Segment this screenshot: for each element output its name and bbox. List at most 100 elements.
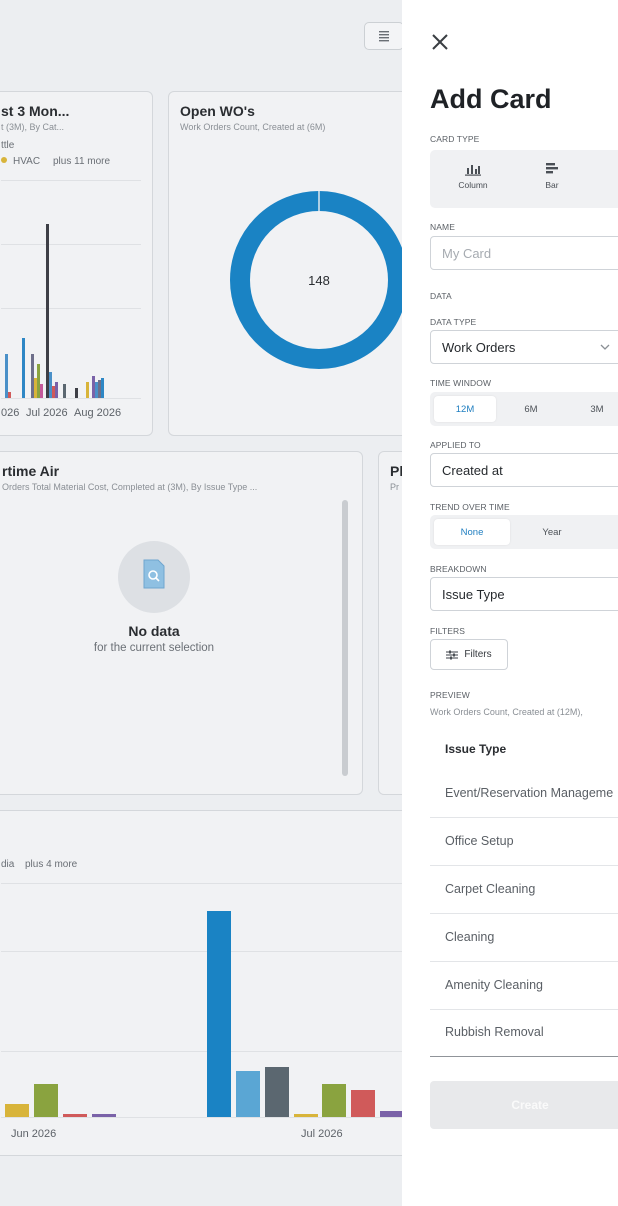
dashboard-card-open-wos[interactable]: Open WO's Work Orders Count, Created at …	[168, 91, 402, 436]
preview-row-label: Rubbish Removal	[445, 1025, 544, 1039]
applied-to-select[interactable]: Created at	[430, 453, 618, 487]
list-icon	[379, 31, 389, 42]
chart-bar	[63, 384, 66, 398]
preview-column-header: Issue Type	[445, 742, 507, 756]
preview-row-label: Carpet Cleaning	[445, 882, 536, 896]
breakdown-select[interactable]: Issue Type	[430, 577, 618, 611]
preview-table-bottom-border	[430, 1056, 618, 1057]
chart-bar	[322, 1084, 346, 1117]
card-type-bar[interactable]: Bar	[527, 162, 577, 190]
dashboard-card-bottom-chart[interactable]: dia plus 4 more Jun 2026 Jul 2026	[0, 810, 402, 1156]
filters-label: FILTERS	[430, 626, 466, 636]
card-type-selector: Column Bar	[430, 150, 618, 208]
applied-to-value: Created at	[442, 463, 503, 478]
x-tick-label: Jul 2026	[26, 407, 68, 419]
time-window-option-3m[interactable]: 3M	[566, 396, 618, 422]
create-button[interactable]: Create	[430, 1081, 618, 1129]
empty-state-subtitle: for the current selection	[93, 642, 215, 654]
card-subtitle: Pr	[390, 482, 399, 492]
applied-to-label: APPLIED TO	[430, 440, 481, 450]
trend-option-none[interactable]: None	[434, 519, 510, 545]
preview-row: Carpet Cleaning	[430, 866, 618, 914]
chart-bar	[86, 382, 89, 398]
chart-bar	[351, 1090, 375, 1117]
chart-bar	[265, 1067, 289, 1117]
legend-item: ttle	[1, 140, 15, 151]
time-window-selector: 12M 6M 3M	[430, 392, 618, 426]
x-tick-label: Aug 2026	[74, 407, 122, 419]
time-window-option-12m[interactable]: 12M	[434, 396, 496, 422]
chart-bar	[75, 388, 78, 398]
chart-bar	[63, 1114, 87, 1117]
donut-center-value: 148	[308, 273, 330, 288]
gridline	[1, 244, 141, 245]
legend-more[interactable]: plus 4 more	[25, 859, 77, 870]
breakdown-value: Issue Type	[442, 587, 505, 602]
x-tick-label: Jun 2026	[11, 1128, 57, 1140]
breakdown-label: BREAKDOWN	[430, 564, 487, 574]
time-window-option-6m[interactable]: 6M	[500, 396, 562, 422]
chart-bar	[55, 382, 58, 398]
list-view-button[interactable]	[364, 22, 402, 50]
preview-row-label: Office Setup	[445, 834, 514, 848]
card-title: Open WO's	[180, 103, 255, 119]
chart-bar	[101, 378, 104, 398]
preview-row-label: Event/Reservation Manageme	[445, 786, 614, 800]
card-type-column[interactable]: Column	[448, 162, 498, 190]
gridline	[1, 883, 402, 884]
preview-row: Office Setup	[430, 818, 618, 866]
document-search-icon	[143, 559, 165, 589]
card-title: st 3 Mon...	[1, 103, 70, 119]
card-type-label-text: Bar	[545, 180, 559, 190]
dashboard-card-category[interactable]: st 3 Mon... t (3M), By Cat... ttle HVAC …	[0, 91, 153, 436]
name-input-placeholder: My Card	[442, 246, 492, 261]
sliders-icon	[446, 650, 459, 659]
preview-row-label: Cleaning	[445, 930, 495, 944]
name-input[interactable]: My Card	[430, 236, 618, 270]
data-type-label: DATA TYPE	[430, 317, 477, 327]
gridline	[1, 398, 141, 399]
chevron-down-icon	[600, 344, 610, 350]
data-type-select[interactable]: Work Orders	[430, 330, 618, 364]
empty-state-title: No data	[128, 623, 180, 639]
preview-row: Event/Reservation Manageme	[430, 770, 618, 818]
chart-bar	[5, 1104, 29, 1117]
preview-row: Cleaning	[430, 914, 618, 962]
card-title: rtime Air	[2, 463, 60, 479]
preview-subtitle: Work Orders Count, Created at (12M),	[430, 707, 583, 717]
panel-title: Add Card	[430, 84, 552, 114]
legend-item: HVAC	[1, 156, 40, 167]
x-tick-label: 026	[1, 407, 20, 419]
close-icon[interactable]	[430, 32, 450, 52]
trend-over-time-selector: None Year	[430, 515, 618, 549]
card-title: Pl	[390, 463, 402, 479]
chart-bar	[22, 338, 25, 398]
preview-row: Rubbish Removal	[430, 1009, 618, 1057]
scrollbar[interactable]	[342, 500, 348, 776]
legend-item: dia	[1, 859, 15, 870]
dashboard-card-overtime-air[interactable]: rtime Air Orders Total Material Cost, Co…	[0, 451, 363, 795]
bar-chart-icon	[546, 163, 558, 174]
column-chart-icon	[465, 165, 481, 176]
trend-option-year[interactable]: Year	[514, 519, 590, 545]
preview-row: Amenity Cleaning	[430, 962, 618, 1010]
legend-more[interactable]: plus 11 more	[53, 156, 110, 167]
chart-bar	[34, 1084, 58, 1117]
trend-over-time-label: TREND OVER TIME	[430, 502, 510, 512]
data-section-label: DATA	[430, 291, 452, 301]
legend-dot	[1, 157, 7, 163]
chart-bar	[294, 1114, 318, 1117]
chart-bar	[207, 911, 231, 1117]
card-subtitle: Work Orders Count, Created at (6M)	[180, 122, 326, 132]
gridline	[1, 1051, 402, 1052]
chart-bar	[8, 392, 11, 398]
add-card-panel: Add Card CARD TYPE Column Bar NAME My Ca…	[402, 0, 618, 1206]
card-type-label: CARD TYPE	[430, 134, 480, 144]
chart-bar	[92, 1114, 116, 1117]
preview-label: PREVIEW	[430, 690, 470, 700]
chart-bar	[40, 384, 43, 398]
dashboard-card-partial[interactable]: Pl Pr	[378, 451, 402, 795]
time-window-label: TIME WINDOW	[430, 378, 492, 388]
name-label: NAME	[430, 222, 455, 232]
filters-button[interactable]: Filters	[430, 639, 508, 670]
